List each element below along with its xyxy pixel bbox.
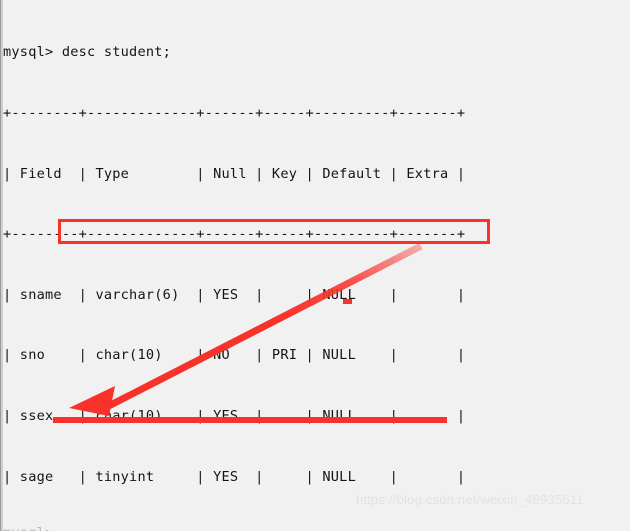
terminal-screenshot: mysql> desc student; +--------+---------…: [0, 0, 630, 531]
terminal-output[interactable]: mysql> desc student; +--------+---------…: [3, 2, 630, 531]
table-row: | ssex | char(10) | YES | | NULL | |: [3, 407, 466, 424]
table-row: | sname | varchar(6) | YES | | NULL | |: [3, 286, 466, 303]
table-row: | sno | char(10) | NO | PRI | NULL | |: [3, 347, 466, 364]
terminal-line: mysql> desc student;: [3, 44, 172, 61]
table-border-mid: +--------+-------------+------+-----+---…: [3, 226, 466, 243]
table-row: | sdept | varchar(10) | YES | | NULL | |: [3, 527, 630, 531]
table-header-row: | Field | Type | Null | Key | Default | …: [3, 165, 466, 182]
table-row: | sage | tinyint | YES | | NULL | |: [3, 468, 466, 485]
table-border-top: +--------+-------------+------+-----+---…: [3, 105, 466, 121]
